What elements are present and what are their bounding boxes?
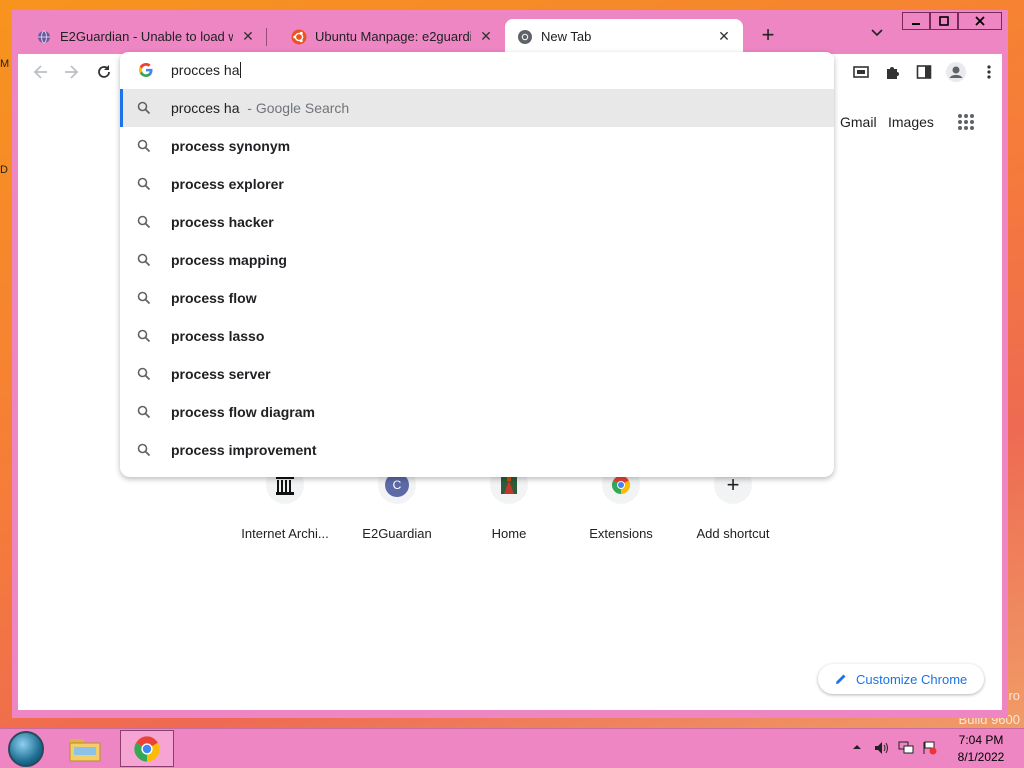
- window-controls: [902, 12, 1002, 30]
- search-icon: [137, 443, 151, 457]
- shortcut-home[interactable]: Home: [453, 466, 565, 556]
- suggestion-search[interactable]: procces ha - Google Search: [120, 89, 834, 127]
- globe-icon: [36, 29, 52, 45]
- clock-date: 8/1/2022: [957, 750, 1005, 764]
- suggestion-text: process flow diagram: [171, 404, 315, 420]
- search-icon: [137, 139, 151, 153]
- start-button[interactable]: [8, 731, 44, 767]
- suggestion-query: procces ha: [171, 100, 240, 116]
- google-g-icon: [138, 62, 154, 78]
- suggestion-text: process improvement: [171, 442, 317, 458]
- suggestion-item[interactable]: process hacker: [120, 203, 834, 241]
- suggestion-suffix: - Google Search: [247, 100, 350, 116]
- suggestion-text: procces ha - Google Search: [171, 100, 349, 116]
- minimize-button[interactable]: [902, 12, 930, 30]
- search-icon: [137, 253, 151, 267]
- shortcut-label: E2Guardian: [362, 526, 432, 541]
- chrome-icon: [517, 29, 533, 45]
- windows-taskbar: 7:04 PM 8/1/2022: [0, 728, 1024, 768]
- close-window-button[interactable]: [958, 12, 1002, 30]
- tab-title: New Tab: [541, 29, 592, 44]
- show-hidden-icons-icon[interactable]: [852, 741, 862, 757]
- suggestion-item[interactable]: process synonym: [120, 127, 834, 165]
- suggestion-text: process mapping: [171, 252, 287, 268]
- search-icon: [137, 405, 151, 419]
- shortcut-add[interactable]: + Add shortcut: [677, 466, 789, 556]
- shortcut-label: Extensions: [589, 526, 653, 541]
- desktop-icon-label: M: [0, 58, 10, 70]
- suggestion-item[interactable]: process flow: [120, 279, 834, 317]
- side-panel-icon[interactable]: [913, 61, 935, 83]
- suggestion-text: process flow: [171, 290, 257, 306]
- pencil-icon: [836, 674, 846, 684]
- back-arrow-icon[interactable]: [30, 61, 52, 83]
- ubuntu-icon: [291, 29, 307, 45]
- search-icon: [137, 291, 151, 305]
- tab-e2guardian[interactable]: E2Guardian - Unable to load web ✕: [12, 19, 267, 54]
- suggestion-item[interactable]: process explorer: [120, 165, 834, 203]
- search-icon: [137, 367, 151, 381]
- shortcut-e2guardian[interactable]: C E2Guardian: [341, 466, 453, 556]
- search-icon: [137, 177, 151, 191]
- shortcut-label: Internet Archi...: [241, 526, 329, 541]
- close-icon[interactable]: ✕: [239, 28, 257, 46]
- suggestion-text: process lasso: [171, 328, 265, 344]
- google-apps-icon[interactable]: [957, 113, 975, 131]
- network-icon[interactable]: [898, 741, 914, 757]
- maximize-button[interactable]: [930, 12, 958, 30]
- forward-arrow-icon[interactable]: [60, 61, 82, 83]
- customize-label: Customize Chrome: [856, 671, 968, 687]
- close-icon[interactable]: ✕: [715, 28, 733, 46]
- file-explorer-taskbar-button[interactable]: [58, 730, 112, 767]
- watermark-text: ro: [1008, 688, 1020, 703]
- action-center-flag-icon[interactable]: [922, 741, 938, 757]
- shortcut-extensions[interactable]: Extensions: [565, 466, 677, 556]
- suggestion-text: process explorer: [171, 176, 284, 192]
- shortcut-label: Add shortcut: [696, 526, 770, 541]
- search-icon: [137, 101, 151, 115]
- clock-time: 7:04 PM: [958, 733, 1004, 747]
- tab-new-tab[interactable]: New Tab ✕: [505, 19, 743, 54]
- suggestion-item[interactable]: process improvement: [120, 431, 834, 469]
- suggestion-item[interactable]: process server: [120, 355, 834, 393]
- shortcut-label: Home: [491, 526, 527, 541]
- folder-icon: [69, 738, 101, 761]
- volume-icon[interactable]: [874, 741, 890, 757]
- tab-title: E2Guardian - Unable to load web: [60, 29, 233, 44]
- more-menu-icon[interactable]: [978, 61, 1000, 83]
- text-caret: [240, 62, 242, 78]
- suggestion-item[interactable]: process lasso: [120, 317, 834, 355]
- search-icon: [137, 215, 151, 229]
- cast-icon[interactable]: [850, 61, 872, 83]
- chrome-icon: [134, 735, 160, 762]
- suggestion-text: process hacker: [171, 214, 274, 230]
- search-icon: [137, 329, 151, 343]
- extensions-puzzle-icon[interactable]: [881, 61, 903, 83]
- close-icon[interactable]: ✕: [477, 28, 495, 46]
- images-link[interactable]: Images: [888, 114, 934, 130]
- customize-chrome-button[interactable]: Customize Chrome: [818, 664, 984, 694]
- address-input-text[interactable]: procces ha: [171, 62, 242, 78]
- tab-strip: E2Guardian - Unable to load web ✕ Ubuntu…: [12, 10, 1008, 54]
- profile-avatar-icon[interactable]: [945, 61, 967, 83]
- desktop-icon-label: D: [0, 164, 8, 176]
- system-clock[interactable]: 7:04 PM 8/1/2022: [946, 732, 1016, 766]
- address-input-value: procces ha: [171, 62, 240, 78]
- reload-icon[interactable]: [93, 61, 115, 83]
- suggestion-item[interactable]: process flow diagram: [120, 393, 834, 431]
- gmail-link[interactable]: Gmail: [840, 114, 877, 130]
- desktop-edge: M D: [0, 0, 12, 730]
- tab-ubuntu-manpage[interactable]: Ubuntu Manpage: e2guardian2 - ✕: [267, 19, 505, 54]
- address-bar[interactable]: procces ha: [120, 52, 834, 88]
- chrome-taskbar-button[interactable]: [120, 730, 174, 767]
- tab-title: Ubuntu Manpage: e2guardian2 -: [315, 29, 471, 44]
- suggestion-text: process synonym: [171, 138, 291, 154]
- tab-search-chevron-icon[interactable]: [870, 26, 888, 44]
- suggestion-item[interactable]: process mapping: [120, 241, 834, 279]
- suggestion-text: process server: [171, 366, 271, 382]
- new-tab-button[interactable]: +: [756, 24, 780, 48]
- omnibox-dropdown: procces ha procces ha - Google Search pr…: [120, 52, 834, 477]
- shortcut-internet-archive[interactable]: Internet Archi...: [229, 466, 341, 556]
